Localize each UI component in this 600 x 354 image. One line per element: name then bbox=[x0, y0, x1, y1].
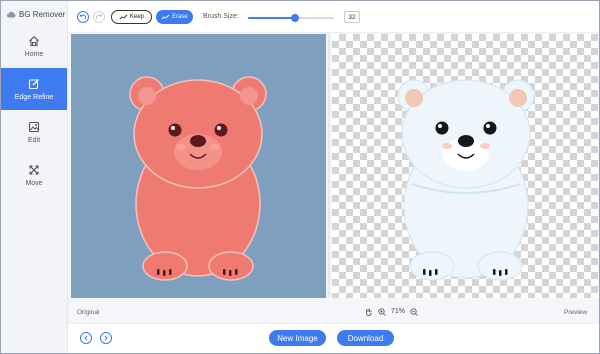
original-label: Original bbox=[77, 309, 100, 316]
previous-button[interactable] bbox=[80, 332, 92, 344]
erase-label: Erase bbox=[172, 14, 188, 20]
keep-brush-icon bbox=[119, 14, 128, 20]
app-title: BG Remover bbox=[19, 9, 66, 19]
preview-bear-image bbox=[397, 79, 535, 281]
keep-label: Keep bbox=[129, 14, 144, 20]
sidebar-item-home[interactable]: Home bbox=[1, 25, 67, 67]
redo-button[interactable] bbox=[93, 11, 105, 23]
erase-button[interactable]: Erase bbox=[156, 10, 193, 24]
brush-size-slider-thumb[interactable] bbox=[291, 14, 300, 22]
download-button[interactable]: Download bbox=[337, 330, 394, 346]
sidebar-item-edge-refine[interactable]: Edge Refine bbox=[1, 68, 67, 110]
preview-label: Preview bbox=[564, 309, 588, 316]
undo-button[interactable] bbox=[77, 11, 89, 23]
redo-icon bbox=[96, 14, 103, 20]
chevron-right-icon bbox=[104, 335, 108, 341]
keep-button[interactable]: Keep bbox=[111, 10, 152, 24]
original-bear-image bbox=[129, 76, 267, 281]
new-image-button[interactable]: New Image bbox=[269, 330, 326, 346]
sidebar-item-label: Home bbox=[24, 50, 44, 58]
chevron-left-icon bbox=[84, 335, 88, 341]
zoom-out-icon[interactable] bbox=[410, 307, 418, 316]
zoom-in-icon[interactable] bbox=[378, 307, 386, 316]
preview-canvas[interactable] bbox=[332, 34, 598, 298]
app-brand: BG Remover bbox=[7, 7, 65, 21]
sidebar-item-edit[interactable]: Edit bbox=[1, 111, 67, 153]
zoom-controls: 71% bbox=[364, 307, 418, 316]
brush-size-slider[interactable] bbox=[248, 14, 334, 22]
zoom-level: 71% bbox=[391, 308, 406, 315]
sidebar-item-label: Move bbox=[25, 179, 43, 187]
status-bar: Original 71% Preview bbox=[68, 301, 599, 323]
toolbar: Keep Erase Brush Size: 32 bbox=[68, 1, 599, 33]
move-arrows-icon bbox=[29, 164, 39, 175]
brush-size-label: Brush Size: bbox=[203, 13, 239, 20]
home-icon bbox=[29, 35, 39, 46]
original-canvas[interactable] bbox=[71, 34, 326, 298]
next-button[interactable] bbox=[100, 332, 112, 344]
undo-icon bbox=[79, 14, 86, 20]
sidebar: BG Remover Home Edge Refine Edit Move bbox=[1, 1, 68, 353]
bottom-bar: New Image Download bbox=[68, 323, 599, 353]
image-edit-icon bbox=[28, 121, 40, 132]
cloud-logo-icon bbox=[7, 11, 16, 17]
edge-refine-icon bbox=[28, 78, 39, 89]
brush-size-slider-fill bbox=[248, 17, 296, 19]
panel-divider[interactable] bbox=[328, 34, 330, 298]
erase-brush-icon bbox=[161, 14, 170, 20]
brush-size-value[interactable]: 32 bbox=[344, 11, 360, 23]
sidebar-item-label: Edit bbox=[27, 136, 41, 144]
sidebar-item-move[interactable]: Move bbox=[1, 154, 67, 196]
sidebar-item-label: Edge Refine bbox=[14, 93, 54, 101]
app-window: BG Remover Home Edge Refine Edit Move Ke… bbox=[0, 0, 600, 354]
hand-pan-icon[interactable] bbox=[364, 307, 373, 316]
